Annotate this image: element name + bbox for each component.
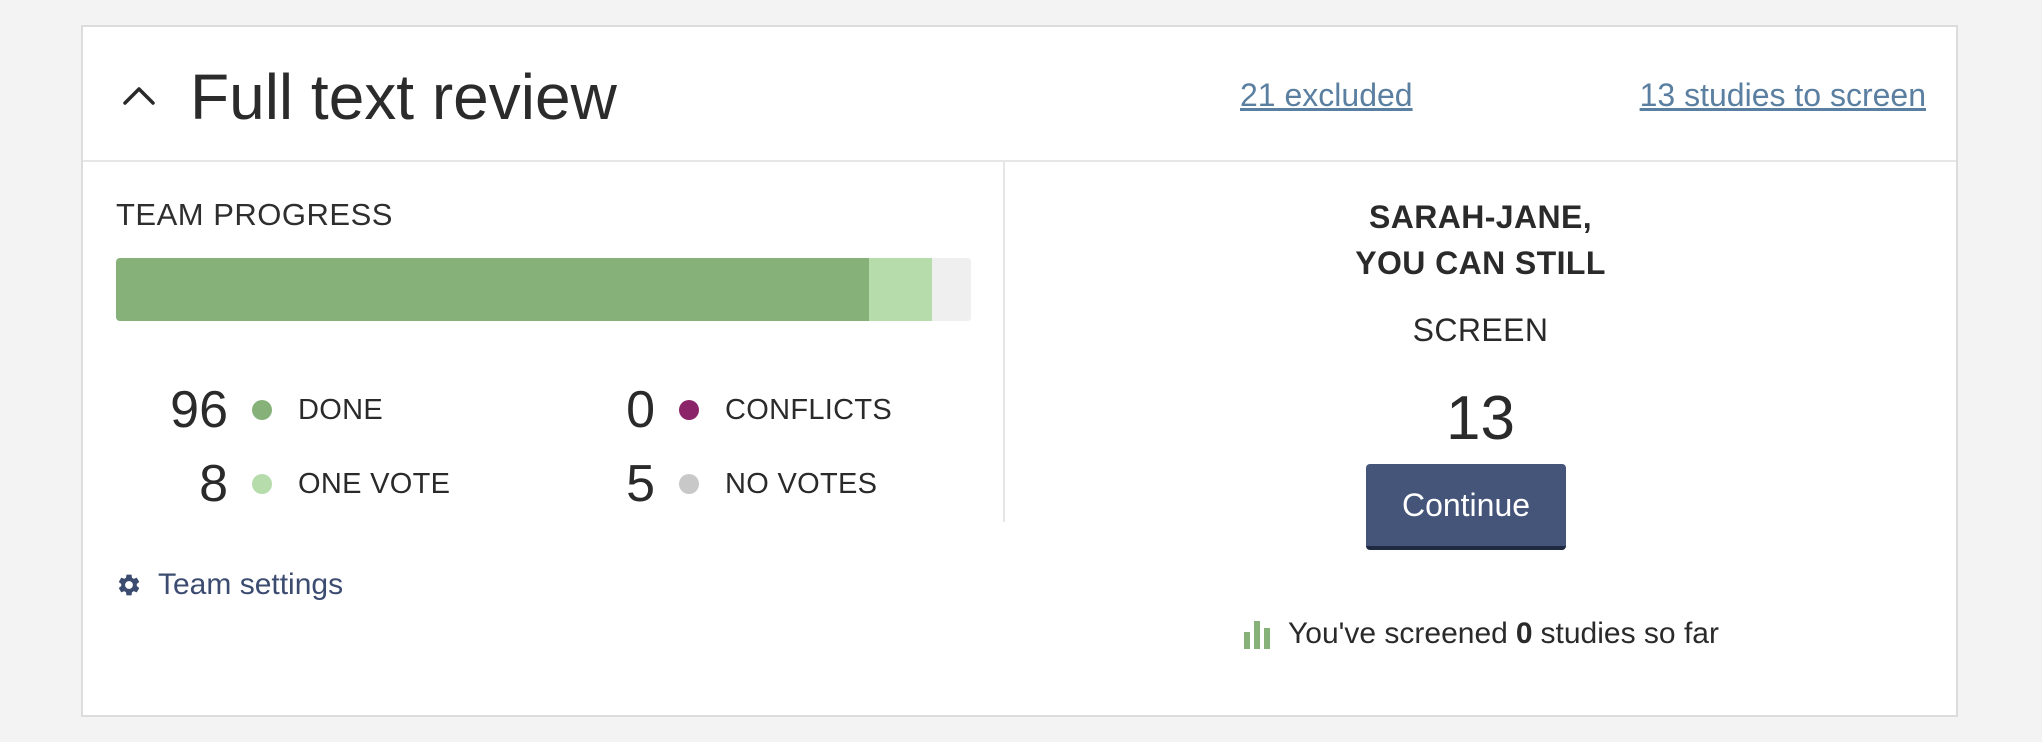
excluded-link[interactable]: 21 excluded — [1240, 73, 1413, 117]
progress-segment-one-vote — [869, 258, 932, 321]
progress-segment-done — [116, 258, 870, 321]
gear-icon — [118, 574, 140, 596]
greeting-line-2: YOU CAN STILL — [1355, 245, 1606, 281]
greeting-line-1: SARAH-JANE, — [1368, 199, 1593, 235]
team-progress-panel: TEAM PROGRESS 96 DONE 8 ONE VOTE 0 CONFL… — [83, 162, 1005, 522]
stat-conflicts-count: 0 — [626, 381, 655, 439]
card-header: Full text review 21 excluded 13 studies … — [83, 27, 1956, 162]
stat-one-vote-label: ONE VOTE — [298, 468, 451, 500]
stat-one-vote-count: 8 — [199, 455, 228, 513]
screened-prefix: You've screened — [1288, 617, 1508, 650]
stat-done-count: 96 — [170, 381, 228, 439]
screen-label: SCREEN — [1412, 312, 1549, 348]
conflicts-dot-icon — [679, 400, 699, 420]
one-vote-dot-icon — [252, 474, 272, 494]
continue-button[interactable]: Continue — [1366, 464, 1566, 550]
stat-no-votes-label: NO VOTES — [725, 468, 878, 500]
screened-count: 0 — [1515, 617, 1533, 650]
progress-segment-no-votes — [931, 258, 971, 321]
screening-panel: SARAH-JANE, YOU CAN STILL SCREEN 13 Cont… — [1005, 162, 1956, 717]
stat-no-votes-count: 5 — [626, 455, 655, 513]
stat-conflicts-label: CONFLICTS — [725, 394, 893, 426]
done-dot-icon — [252, 400, 272, 420]
bar-chart-icon — [1244, 621, 1271, 649]
page-title: Full text review — [190, 61, 617, 133]
no-votes-dot-icon — [679, 474, 699, 494]
team-settings-link[interactable]: Team settings — [116, 563, 343, 607]
screened-summary: You've screened 0 studies so far — [1005, 617, 1956, 651]
greeting: SARAH-JANE, YOU CAN STILL — [1005, 194, 1956, 286]
chevron-up-icon[interactable] — [121, 77, 157, 113]
team-progress-title: TEAM PROGRESS — [116, 197, 393, 232]
stat-done-label: DONE — [298, 394, 383, 426]
team-progress-bar — [116, 258, 971, 321]
studies-to-screen-link[interactable]: 13 studies to screen — [1640, 73, 1926, 117]
full-text-review-card: Full text review 21 excluded 13 studies … — [81, 25, 1958, 717]
screened-suffix: studies so far — [1540, 617, 1719, 650]
team-settings-label: Team settings — [158, 568, 344, 601]
remaining-count: 13 — [1446, 384, 1515, 453]
